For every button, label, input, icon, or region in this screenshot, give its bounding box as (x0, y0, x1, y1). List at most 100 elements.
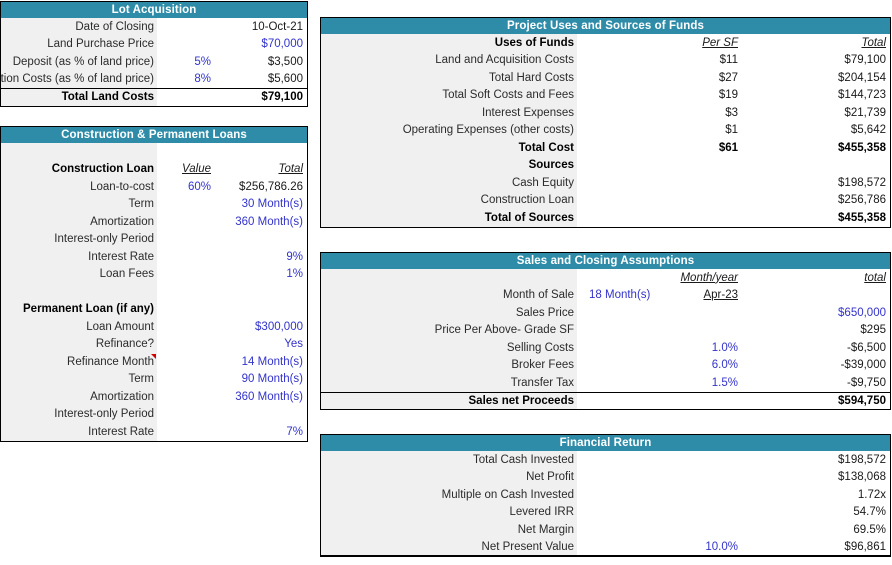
table-row[interactable]: Net Margin 69.5% (321, 521, 890, 539)
table-row[interactable]: Transfer Tax 1.5% -$9,750 (321, 374, 890, 392)
row-mid-value[interactable]: 1.5% (577, 374, 742, 392)
row-input-value[interactable] (157, 335, 215, 353)
loans-rows: Construction Loan Value Total Loan-to-co… (1, 143, 307, 441)
table-row[interactable]: Land Purchase Price $70,000 (1, 35, 307, 53)
panel-title-sales-and-closing-assumptions: Sales and Closing Assumptions (321, 253, 890, 269)
table-row[interactable]: Amortization 360 Month(s) (1, 213, 307, 231)
table-row[interactable]: Interest-only Period (1, 230, 307, 248)
table-row[interactable]: Levered IRR 54.7% (321, 503, 890, 521)
row-total-value[interactable]: 9% (215, 248, 307, 266)
row-total-value: $198,572 (742, 451, 890, 469)
table-row[interactable]: Refinance Month 14 Month(s) (1, 353, 307, 371)
row-total-value[interactable]: Yes (215, 335, 307, 353)
table-row[interactable]: Deposit (as % of land price) 5% $3,500 (1, 53, 307, 71)
row-label: Sales net Proceeds (321, 392, 577, 409)
row-total-value[interactable]: 30 Month(s) (215, 195, 307, 213)
table-row[interactable]: Interest Expenses $3 $21,739 (321, 104, 890, 122)
row-input-value[interactable] (157, 35, 215, 53)
row-total-value[interactable]: 1% (215, 265, 307, 283)
table-row[interactable]: Land and Acquisition Costs $11 $79,100 (321, 51, 890, 69)
panel-financial-return: Financial Return Total Cash Invested $19… (320, 434, 891, 557)
spacer-val (742, 156, 890, 174)
table-row[interactable]: Amortization 360 Month(s) (1, 388, 307, 406)
row-input-value[interactable] (157, 353, 215, 371)
table-row[interactable]: Date of Closing 10-Oct-21 (1, 18, 307, 36)
table-row[interactable]: Loan Amount $300,000 (1, 318, 307, 336)
row-total-value[interactable]: $256,786.26 (215, 178, 307, 196)
table-row[interactable]: Month of Sale 18 Month(s) Apr-23 (321, 286, 890, 304)
table-row[interactable]: Total Hard Costs $27 $204,154 (321, 69, 890, 87)
row-input-value[interactable] (157, 265, 215, 283)
table-row[interactable]: Net Profit $138,068 (321, 468, 890, 486)
row-total-value[interactable]: 10-Oct-21 (215, 18, 307, 36)
row-total-value[interactable]: 90 Month(s) (215, 370, 307, 388)
table-row[interactable]: Construction Loan $256,786 (321, 191, 890, 209)
row-input-value[interactable] (157, 18, 215, 36)
row-total-value[interactable]: 360 Month(s) (215, 213, 307, 231)
row-total-value[interactable]: 7% (215, 423, 307, 441)
spacer-label (1, 283, 157, 301)
row-total-value[interactable]: $300,000 (215, 318, 307, 336)
row-input-value[interactable]: 60% (157, 178, 215, 196)
row-total-value[interactable]: $5,600 (215, 70, 307, 88)
row-mid-value[interactable]: 6.0% (577, 356, 742, 374)
table-row[interactable]: Sales Price $650,000 (321, 304, 890, 322)
table-row[interactable]: Price Per Above- Grade SF $295 (321, 321, 890, 339)
table-row[interactable]: Multiple on Cash Invested 1.72x (321, 486, 890, 504)
row-per-sf-value (577, 191, 742, 209)
row-input-value[interactable] (157, 405, 215, 423)
row-month-year-value[interactable]: 18 Month(s) Apr-23 (577, 286, 742, 304)
row-total-value: $144,723 (742, 86, 890, 104)
table-row[interactable]: Interest Rate 7% (1, 423, 307, 441)
table-row[interactable]: Loan Fees 1% (1, 265, 307, 283)
row-total-value[interactable] (215, 405, 307, 423)
row-total-value[interactable]: $650,000 (742, 304, 890, 322)
row-mid-value[interactable]: 1.0% (577, 339, 742, 357)
table-row[interactable]: Interest-only Period (1, 405, 307, 423)
row-input-value[interactable] (157, 213, 215, 231)
row-input-value[interactable] (157, 230, 215, 248)
table-row-total[interactable]: Total Land Costs $79,100 (1, 88, 307, 106)
row-input-value[interactable] (157, 388, 215, 406)
column-header-value: Value (157, 160, 215, 178)
row-total-value[interactable]: 360 Month(s) (215, 388, 307, 406)
row-input-value[interactable] (157, 423, 215, 441)
table-row[interactable]: Refinance? Yes (1, 335, 307, 353)
panel-title-lot-acquisition: Lot Acquisition (1, 2, 307, 18)
row-total-value[interactable]: 14 Month(s) (215, 353, 307, 371)
table-row-total[interactable]: Total of Sources $455,358 (321, 209, 890, 227)
row-label: Selling Costs (321, 339, 577, 357)
row-total-value[interactable] (215, 230, 307, 248)
table-row[interactable]: Cash Equity $198,572 (321, 174, 890, 192)
table-row-total[interactable]: Sales net Proceeds $594,750 (321, 391, 890, 409)
table-row[interactable]: Net Present Value 10.0% $96,861 (321, 538, 890, 556)
row-total-value: $204,154 (742, 69, 890, 87)
table-row[interactable]: Interest Rate 9% (1, 248, 307, 266)
table-row[interactable]: Term 30 Month(s) (1, 195, 307, 213)
row-mid-value (577, 521, 742, 539)
table-row-total[interactable]: Total Cost $61 $455,358 (321, 139, 890, 157)
table-row[interactable]: Transaction Costs (as % of land price) 8… (1, 70, 307, 88)
table-row[interactable]: Total Cash Invested $198,572 (321, 451, 890, 469)
table-row[interactable]: Selling Costs 1.0% -$6,500 (321, 339, 890, 357)
row-label: Levered IRR (321, 503, 577, 521)
table-row[interactable]: Operating Expenses (other costs) $1 $5,6… (321, 121, 890, 139)
row-input-value[interactable]: 8% (157, 70, 215, 88)
row-input-value[interactable]: 5% (157, 53, 215, 71)
row-total-value[interactable]: $70,000 (215, 35, 307, 53)
row-total-value[interactable]: $3,500 (215, 53, 307, 71)
row-label: Total Cash Invested (321, 451, 577, 469)
row-total-value: $5,642 (742, 121, 890, 139)
row-input-value[interactable] (157, 195, 215, 213)
row-input-value[interactable] (157, 248, 215, 266)
row-mid-value[interactable] (577, 304, 742, 322)
table-row[interactable]: Total Soft Costs and Fees $19 $144,723 (321, 86, 890, 104)
month-of-sale-input[interactable]: 18 Month(s) (577, 289, 697, 301)
table-row[interactable]: Term 90 Month(s) (1, 370, 307, 388)
row-label: Total Hard Costs (321, 69, 577, 87)
table-row[interactable]: Broker Fees 6.0% -$39,000 (321, 356, 890, 374)
table-row[interactable]: Loan-to-cost 60% $256,786.26 (1, 178, 307, 196)
row-input-value[interactable] (157, 318, 215, 336)
row-input-value[interactable] (157, 370, 215, 388)
row-discount-rate-input[interactable]: 10.0% (577, 538, 742, 555)
